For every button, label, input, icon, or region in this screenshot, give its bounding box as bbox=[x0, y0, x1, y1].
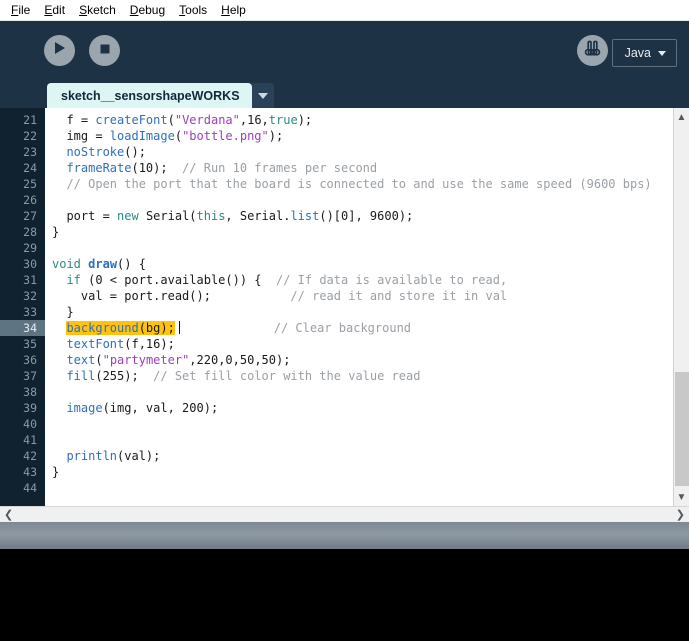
line-number: 43 bbox=[23, 465, 37, 479]
code-line[interactable]: } bbox=[45, 464, 673, 480]
code-line[interactable]: frameRate(10); // Run 10 frames per seco… bbox=[45, 160, 673, 176]
debugger-icon bbox=[583, 40, 602, 62]
code-line[interactable]: } bbox=[45, 224, 673, 240]
code-line[interactable]: image(img, val, 200); bbox=[45, 400, 673, 416]
chevron-right-icon[interactable]: ❯ bbox=[676, 508, 685, 521]
horizontal-scrollbar[interactable]: ❮ ❯ bbox=[0, 506, 689, 522]
code-line[interactable] bbox=[45, 192, 673, 208]
line-number: 29 bbox=[23, 241, 37, 255]
line-number: 31 bbox=[23, 273, 37, 287]
code-line[interactable]: println(val); bbox=[45, 448, 673, 464]
line-number: 33 bbox=[23, 305, 37, 319]
menu-item-edit[interactable]: Edit bbox=[37, 1, 72, 19]
stop-button[interactable] bbox=[89, 35, 120, 66]
menu-item-help[interactable]: Help bbox=[214, 1, 253, 19]
code-line[interactable]: fill(255); // Set fill color with the va… bbox=[45, 368, 673, 384]
tab-strip: sketch__sensorshapeWORKS bbox=[0, 80, 689, 108]
tab-menu-button[interactable] bbox=[251, 83, 274, 108]
line-number: 41 bbox=[23, 433, 37, 447]
chevron-up-icon[interactable]: ▲ bbox=[674, 110, 689, 124]
line-number: 34 bbox=[0, 320, 45, 336]
line-number: 39 bbox=[23, 401, 37, 415]
line-number: 38 bbox=[23, 385, 37, 399]
code-line[interactable]: if (0 < port.available()) { // If data i… bbox=[45, 272, 673, 288]
code-editor: 21 22 23 24 25 26 27 28 29 30 31 32 33 34 35 36 37 38 39 40… bbox=[0, 108, 689, 506]
line-number: 36 bbox=[23, 353, 37, 367]
line-number: 26 bbox=[23, 193, 37, 207]
code-line[interactable] bbox=[45, 480, 673, 496]
menu-bar: File Edit Sketch Debug Tools Help bbox=[0, 0, 689, 21]
code-line[interactable]: background(bg); // Clear background bbox=[45, 320, 673, 336]
menu-item-tools[interactable]: Tools bbox=[172, 1, 214, 19]
code-line[interactable]: img = loadImage("bottle.png"); bbox=[45, 128, 673, 144]
code-line[interactable]: port = new Serial(this, Serial.list()[0]… bbox=[45, 208, 673, 224]
line-number: 35 bbox=[23, 337, 37, 351]
line-number: 37 bbox=[23, 369, 37, 383]
chevron-left-icon[interactable]: ❮ bbox=[4, 508, 13, 521]
mode-label: Java bbox=[624, 46, 651, 60]
vertical-scrollbar-thumb[interactable] bbox=[675, 372, 689, 486]
line-number: 27 bbox=[23, 209, 37, 223]
line-number: 23 bbox=[23, 145, 37, 159]
play-icon bbox=[53, 41, 66, 60]
mode-selector[interactable]: Java bbox=[611, 39, 677, 67]
panel-divider[interactable] bbox=[0, 522, 689, 549]
line-number: 30 bbox=[23, 257, 37, 271]
code-line[interactable]: } bbox=[45, 304, 673, 320]
line-number: 24 bbox=[23, 161, 37, 175]
code-line[interactable] bbox=[45, 416, 673, 432]
chevron-down-icon[interactable]: ▼ bbox=[674, 490, 689, 504]
chevron-down-icon bbox=[257, 92, 268, 99]
line-number: 22 bbox=[23, 129, 37, 143]
chevron-down-icon bbox=[658, 50, 666, 56]
code-line[interactable] bbox=[45, 384, 673, 400]
line-number: 42 bbox=[23, 449, 37, 463]
menu-item-debug[interactable]: Debug bbox=[123, 1, 172, 19]
code-line[interactable]: // Open the port that the board is conne… bbox=[45, 176, 673, 192]
run-button[interactable] bbox=[44, 35, 75, 66]
line-number: 21 bbox=[23, 113, 37, 127]
sketch-tab-label: sketch__sensorshapeWORKS bbox=[61, 88, 240, 103]
line-number: 40 bbox=[23, 417, 37, 431]
line-number: 44 bbox=[23, 481, 37, 495]
menu-item-file[interactable]: File bbox=[4, 1, 37, 19]
line-number: 25 bbox=[23, 177, 37, 191]
code-line[interactable]: void draw() { bbox=[45, 256, 673, 272]
code-text-area[interactable]: f = createFont("Verdana",16,true); img =… bbox=[45, 108, 673, 506]
toolbar: Java bbox=[0, 21, 689, 80]
debugger-button[interactable] bbox=[577, 35, 608, 66]
code-line[interactable] bbox=[45, 432, 673, 448]
line-number: 28 bbox=[23, 225, 37, 239]
line-number-gutter: 21 22 23 24 25 26 27 28 29 30 31 32 33 34 35 36 37 38 39 40… bbox=[0, 108, 45, 506]
vertical-scrollbar[interactable]: ▲ ▼ bbox=[673, 108, 689, 506]
stop-icon bbox=[99, 42, 111, 60]
code-line[interactable]: noStroke(); bbox=[45, 144, 673, 160]
line-number: 32 bbox=[23, 289, 37, 303]
code-line[interactable]: f = createFont("Verdana",16,true); bbox=[45, 112, 673, 128]
code-line[interactable]: text("partymeter",220,0,50,50); bbox=[45, 352, 673, 368]
code-line[interactable]: textFont(f,16); bbox=[45, 336, 673, 352]
code-line[interactable]: val = port.read(); // read it and store … bbox=[45, 288, 673, 304]
code-line[interactable] bbox=[45, 240, 673, 256]
sketch-tab[interactable]: sketch__sensorshapeWORKS bbox=[47, 83, 252, 108]
menu-item-sketch[interactable]: Sketch bbox=[72, 1, 123, 19]
console-output-area bbox=[0, 549, 689, 641]
